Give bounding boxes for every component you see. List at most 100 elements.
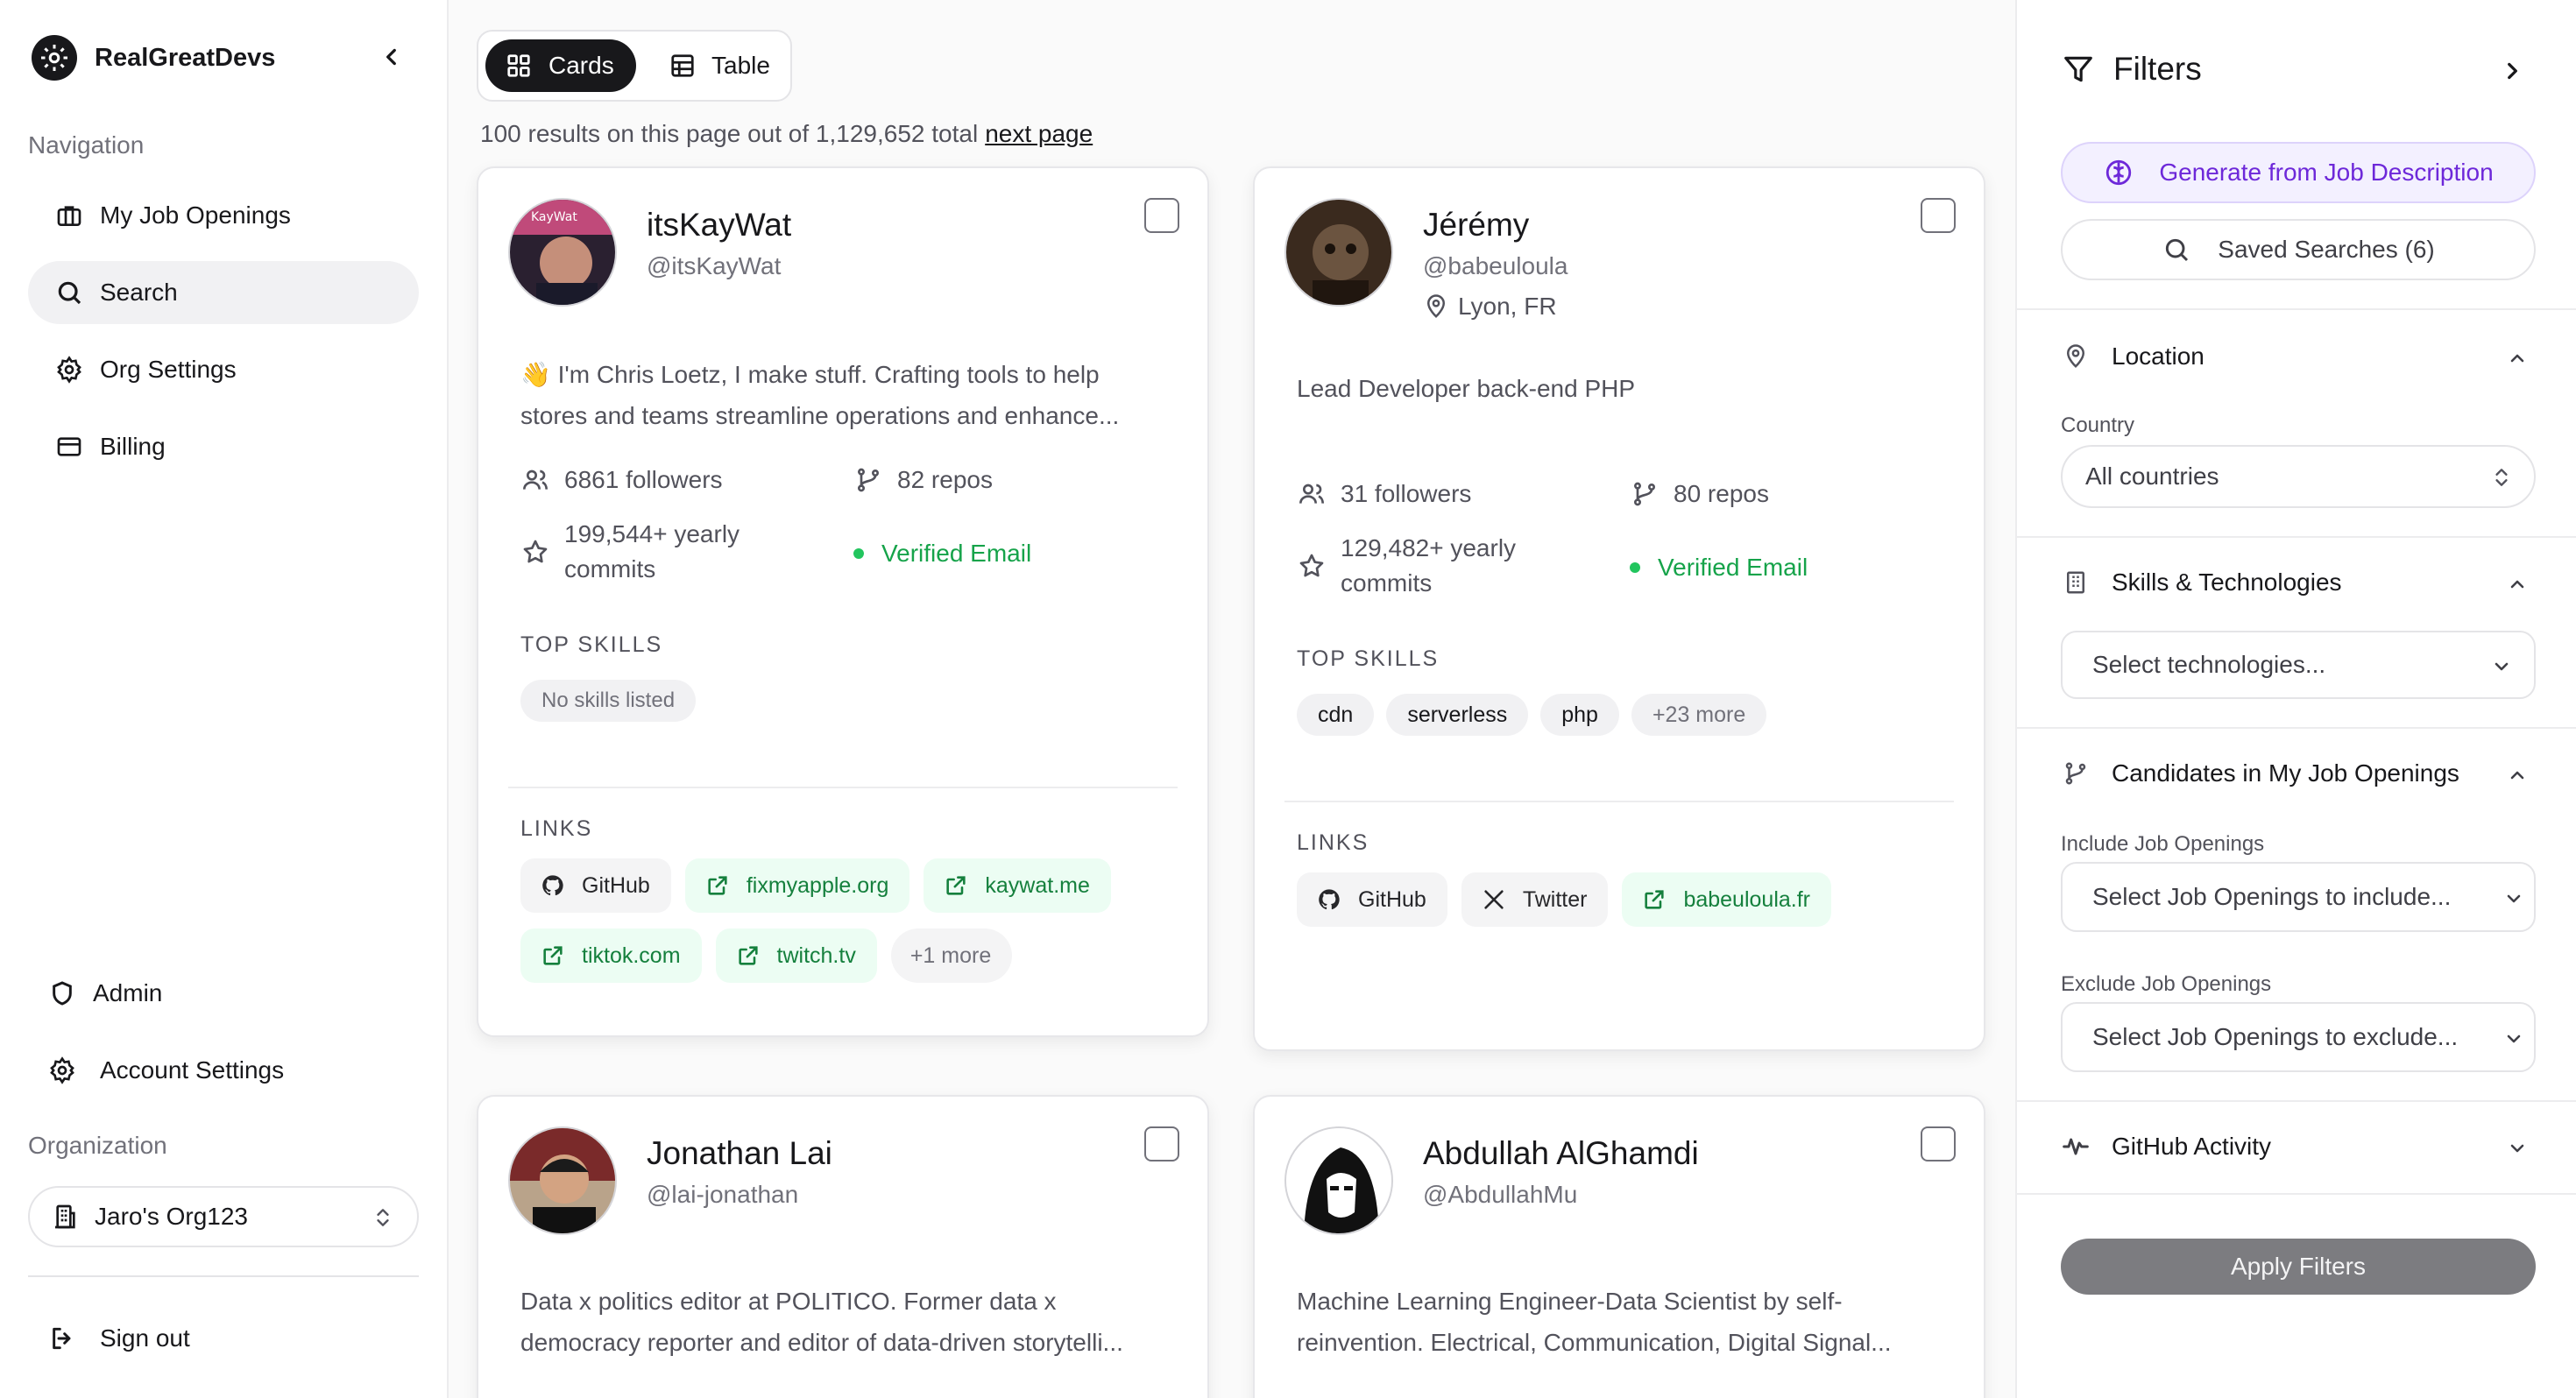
briefcase-icon <box>54 201 84 230</box>
exclude-job-openings-label: Exclude Job Openings <box>2061 972 2272 996</box>
star-icon <box>520 537 550 567</box>
select-candidate-checkbox[interactable] <box>1144 198 1179 233</box>
cards-view-button[interactable]: Cards <box>485 39 636 92</box>
brand[interactable]: RealGreatDevs <box>32 33 275 82</box>
collapse-sidebar-button[interactable] <box>377 42 407 72</box>
candidates-section-toggle[interactable]: Candidates in My Job Openings <box>2061 759 2459 788</box>
shield-icon <box>47 978 77 1008</box>
exclude-job-openings-select[interactable]: Select Job Openings to exclude... <box>2061 1002 2536 1072</box>
sidebar-item-billing[interactable]: Billing <box>28 415 419 478</box>
select-candidate-checkbox[interactable] <box>1144 1126 1179 1161</box>
technologies-select[interactable]: Select technologies... <box>2061 631 2536 699</box>
external-link[interactable]: babeuloula.fr <box>1622 872 1831 927</box>
chevron-up-icon[interactable] <box>2504 571 2530 597</box>
external-link[interactable]: tiktok.com <box>520 928 702 983</box>
sidebar-item-label: Billing <box>100 433 166 460</box>
grid-icon <box>505 52 533 80</box>
candidate-card[interactable]: KayWat itsKayWat @itsKayWat 👋 I'm Chris … <box>477 166 1209 1037</box>
chevron-down-icon[interactable] <box>2504 1135 2530 1161</box>
github-link[interactable]: GitHub <box>520 858 671 913</box>
link-label: twitch.tv <box>776 943 856 968</box>
top-skills-label: TOP SKILLS <box>1297 646 1440 671</box>
candidate-card[interactable]: Jérémy @babeuloula Lyon, FR Lead Develop… <box>1253 166 1985 1051</box>
followers-count: 6861 followers <box>564 466 723 493</box>
skills-section-toggle[interactable]: Skills & Technologies <box>2061 568 2342 597</box>
external-link[interactable]: twitch.tv <box>715 928 877 983</box>
organization-label: Organization <box>28 1132 167 1159</box>
avatar <box>1284 198 1393 307</box>
apply-filters-button[interactable]: Apply Filters <box>2061 1239 2536 1295</box>
table-view-button[interactable]: Table <box>650 39 782 92</box>
credit-card-icon <box>54 432 84 462</box>
followers-stat: 31 followers <box>1297 477 1471 512</box>
candidate-handle: @lai-jonathan <box>647 1181 799 1208</box>
candidate-handle: @itsKayWat <box>647 252 782 279</box>
skill-chip: No skills listed <box>520 680 697 722</box>
sidebar-item-label: Account Settings <box>100 1056 285 1084</box>
next-page-link[interactable]: next page <box>985 120 1093 147</box>
sidebar-item-search[interactable]: Search <box>28 261 419 324</box>
links-label: LINKS <box>1297 830 1369 855</box>
candidate-handle: @babeuloula <box>1423 252 1568 279</box>
include-job-openings-select[interactable]: Select Job Openings to include... <box>2061 862 2536 932</box>
sign-out-icon <box>47 1324 77 1353</box>
table-view-label: Table <box>711 52 770 79</box>
sidebar-item-admin[interactable]: Admin <box>28 962 419 1025</box>
filters-divider <box>2017 536 2576 538</box>
chevron-up-icon[interactable] <box>2504 762 2530 788</box>
links-list: GitHub fixmyapple.org kaywat.me tiktok.c… <box>520 858 1186 983</box>
map-pin-icon <box>2061 342 2091 371</box>
commits-count: 129,482+ yearly commits <box>1341 534 1517 597</box>
twitter-link[interactable]: Twitter <box>1461 872 1609 927</box>
external-link[interactable]: fixmyapple.org <box>684 858 910 913</box>
filters-divider <box>2017 1193 2576 1195</box>
candidate-name[interactable]: Jérémy <box>1423 207 1529 244</box>
location-section-toggle[interactable]: Location <box>2061 342 2204 371</box>
cards-view-label: Cards <box>548 52 614 79</box>
country-label: Country <box>2061 413 2135 437</box>
collapse-filters-button[interactable] <box>2497 56 2527 86</box>
external-link-icon <box>943 872 969 899</box>
saved-searches-button[interactable]: Saved Searches (6) <box>2061 219 2536 280</box>
sidebar-item-account-settings[interactable]: Account Settings <box>28 1039 419 1102</box>
link-label: kaywat.me <box>985 872 1090 898</box>
users-icon <box>520 465 550 495</box>
github-activity-section-toggle[interactable]: GitHub Activity <box>2061 1132 2271 1161</box>
candidate-card[interactable]: Jonathan Lai @lai-jonathan Data x politi… <box>477 1095 1209 1398</box>
navigation-label: Navigation <box>28 131 145 159</box>
chevron-up-icon[interactable] <box>2504 345 2530 371</box>
select-candidate-checkbox[interactable] <box>1921 198 1956 233</box>
country-select[interactable]: All countries <box>2061 445 2536 508</box>
sidebar-item-org-settings[interactable]: Org Settings <box>28 338 419 401</box>
svg-text:KayWat: KayWat <box>531 210 577 224</box>
location-title: Location <box>2112 342 2204 370</box>
verified-label: Verified Email <box>1658 554 1808 581</box>
filters-panel: Filters Generate from Job Description Sa… <box>2015 0 2576 1398</box>
more-links-chip[interactable]: +1 more <box>890 928 1013 983</box>
sidebar-item-label: Admin <box>93 979 163 1006</box>
candidate-bio: Lead Developer back-end PHP <box>1297 375 1636 402</box>
candidate-name[interactable]: Jonathan Lai <box>647 1135 832 1172</box>
skill-chip: php <box>1540 694 1619 736</box>
candidate-bio: 👋 I'm Chris Loetz, I make stuff. Craftin… <box>520 361 1120 429</box>
chevron-right-icon <box>2508 62 2517 80</box>
candidate-bio: Machine Learning Engineer-Data Scientist… <box>1297 1288 1892 1356</box>
candidate-name[interactable]: Abdullah AlGhamdi <box>1423 1135 1699 1172</box>
filters-header: Filters <box>2061 51 2202 88</box>
brand-logo-icon <box>32 35 77 81</box>
sign-out-button[interactable]: Sign out <box>28 1307 419 1370</box>
generate-label: Generate from Job Description <box>2159 159 2494 186</box>
external-link[interactable]: kaywat.me <box>924 858 1111 913</box>
sidebar-divider <box>28 1275 419 1277</box>
github-link[interactable]: GitHub <box>1297 872 1447 927</box>
building-icon <box>51 1202 81 1232</box>
search-icon <box>54 278 84 307</box>
organization-select[interactable]: Jaro's Org123 <box>28 1186 419 1247</box>
candidate-name[interactable]: itsKayWat <box>647 207 791 244</box>
generate-from-job-description-button[interactable]: Generate from Job Description <box>2061 142 2536 203</box>
search-icon <box>2162 235 2191 265</box>
select-candidate-checkbox[interactable] <box>1921 1126 1956 1161</box>
more-skills-chip[interactable]: +23 more <box>1631 694 1767 736</box>
sidebar-item-my-job-openings[interactable]: My Job Openings <box>28 184 419 247</box>
candidate-card[interactable]: Abdullah AlGhamdi @AbdullahMu Machine Le… <box>1253 1095 1985 1398</box>
